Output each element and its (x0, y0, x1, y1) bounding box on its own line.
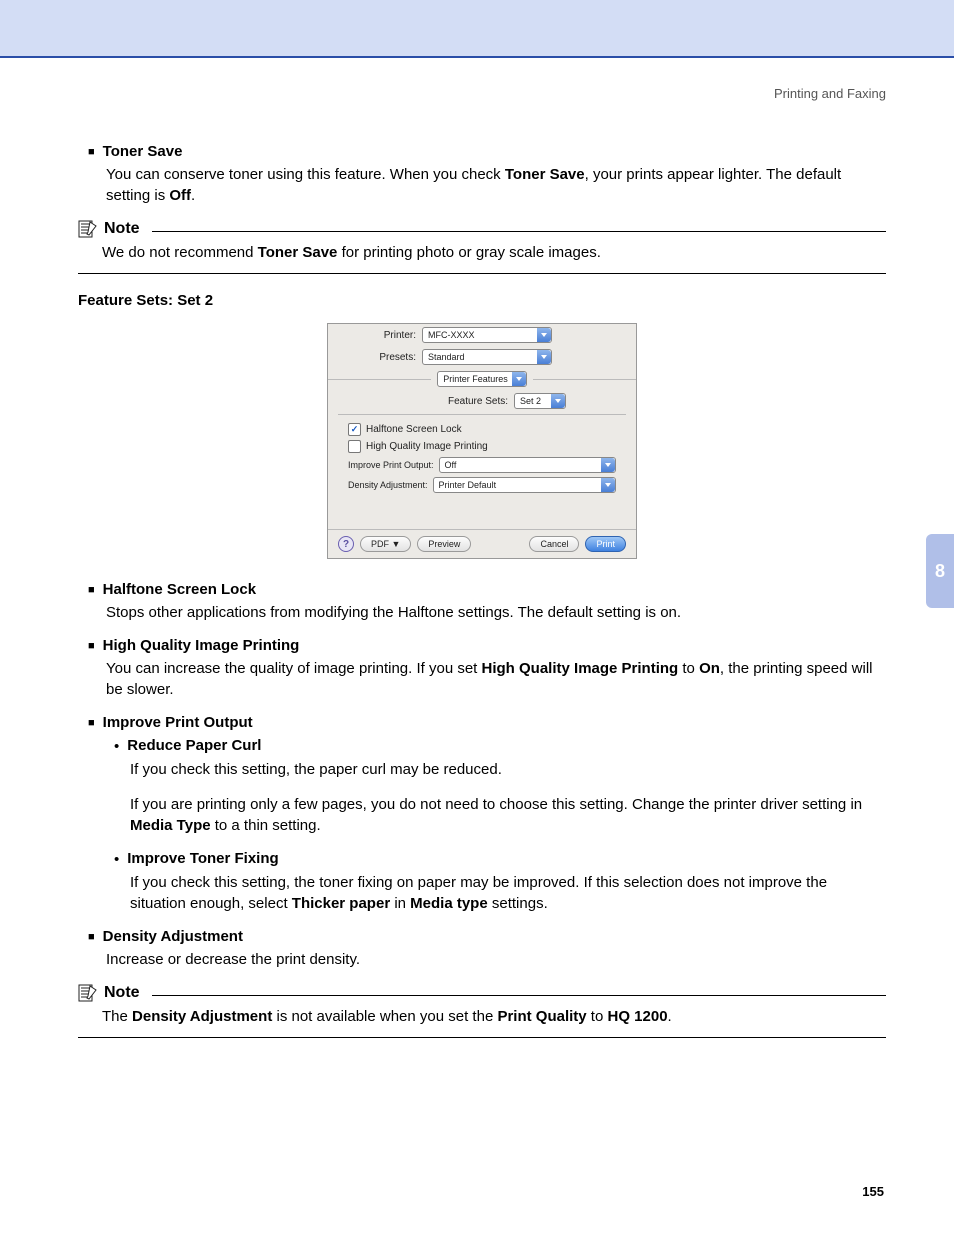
item-toner-save: Toner Save (88, 143, 886, 160)
printer-select[interactable]: MFC-XXXX (422, 327, 552, 343)
item-improve-output: Improve Print Output (88, 714, 886, 731)
item-title: High Quality Image Printing (103, 637, 300, 654)
feature-sets-heading: Feature Sets: Set 2 (78, 292, 886, 309)
item-density: Density Adjustment (88, 928, 886, 945)
checkbox-icon (348, 440, 361, 453)
item-hq-image: High Quality Image Printing (88, 637, 886, 654)
improve-output-select[interactable]: Off (439, 457, 616, 473)
body-text: You can increase the quality of image pr… (106, 658, 886, 700)
cancel-button[interactable]: Cancel (529, 536, 579, 552)
note-rule (152, 995, 886, 996)
density-adjust-label: Density Adjustment: (348, 480, 428, 490)
subitem-title: Reduce Paper Curl (127, 737, 261, 755)
subitem-toner-fixing: Improve Toner Fixing (114, 850, 886, 868)
note-text: The Density Adjustment is not available … (102, 1006, 886, 1027)
page-number: 155 (862, 1184, 884, 1199)
body-text: If you check this setting, the paper cur… (130, 759, 886, 780)
body-text: If you check this setting, the toner fix… (130, 872, 886, 914)
chevron-down-icon (551, 394, 565, 408)
chevron-down-icon (537, 328, 551, 342)
printer-label: Printer: (338, 330, 416, 341)
chevron-down-icon (512, 372, 526, 386)
body-text: If you are printing only a few pages, yo… (130, 794, 886, 836)
chevron-down-icon (601, 478, 615, 492)
checkbox-icon: ✓ (348, 423, 361, 436)
density-adjust-select[interactable]: Printer Default (433, 477, 616, 493)
page-top-banner (0, 0, 954, 58)
chevron-down-icon (537, 350, 551, 364)
item-title: Density Adjustment (103, 928, 243, 945)
help-button[interactable]: ? (338, 536, 354, 552)
note-label: Note (104, 220, 140, 238)
presets-select[interactable]: Standard (422, 349, 552, 365)
item-title: Halftone Screen Lock (103, 581, 256, 598)
print-dialog: Printer: MFC-XXXX Presets: Standard P (327, 323, 637, 559)
note-icon (78, 220, 98, 238)
section-header: Printing and Faxing (78, 86, 886, 101)
item-title: Improve Print Output (103, 714, 253, 731)
pane-select[interactable]: Printer Features (437, 371, 527, 387)
pdf-button[interactable]: PDF ▼ (360, 536, 411, 552)
body-text: Stops other applications from modifying … (106, 602, 886, 623)
subitem-reduce-curl: Reduce Paper Curl (114, 737, 886, 755)
item-halftone: Halftone Screen Lock (88, 581, 886, 598)
print-button[interactable]: Print (585, 536, 626, 552)
feature-sets-select[interactable]: Set 2 (514, 393, 566, 409)
presets-label: Presets: (338, 352, 416, 363)
checkbox-halftone[interactable]: ✓ Halftone Screen Lock (348, 421, 616, 438)
chevron-down-icon (601, 458, 615, 472)
item-title: Toner Save (103, 143, 183, 160)
body-text: You can conserve toner using this featur… (106, 164, 886, 206)
note-label: Note (104, 984, 140, 1002)
preview-button[interactable]: Preview (417, 536, 471, 552)
checkbox-hq-image[interactable]: High Quality Image Printing (348, 438, 616, 455)
improve-output-label: Improve Print Output: (348, 460, 434, 470)
note-icon (78, 984, 98, 1002)
body-text: Increase or decrease the print density. (106, 949, 886, 970)
note-box: Note The Density Adjustment is not avail… (78, 984, 886, 1038)
subitem-title: Improve Toner Fixing (127, 850, 278, 868)
feature-sets-label: Feature Sets: (448, 396, 508, 407)
note-text: We do not recommend Toner Save for print… (102, 242, 886, 263)
note-box: Note We do not recommend Toner Save for … (78, 220, 886, 274)
note-rule (152, 231, 886, 232)
